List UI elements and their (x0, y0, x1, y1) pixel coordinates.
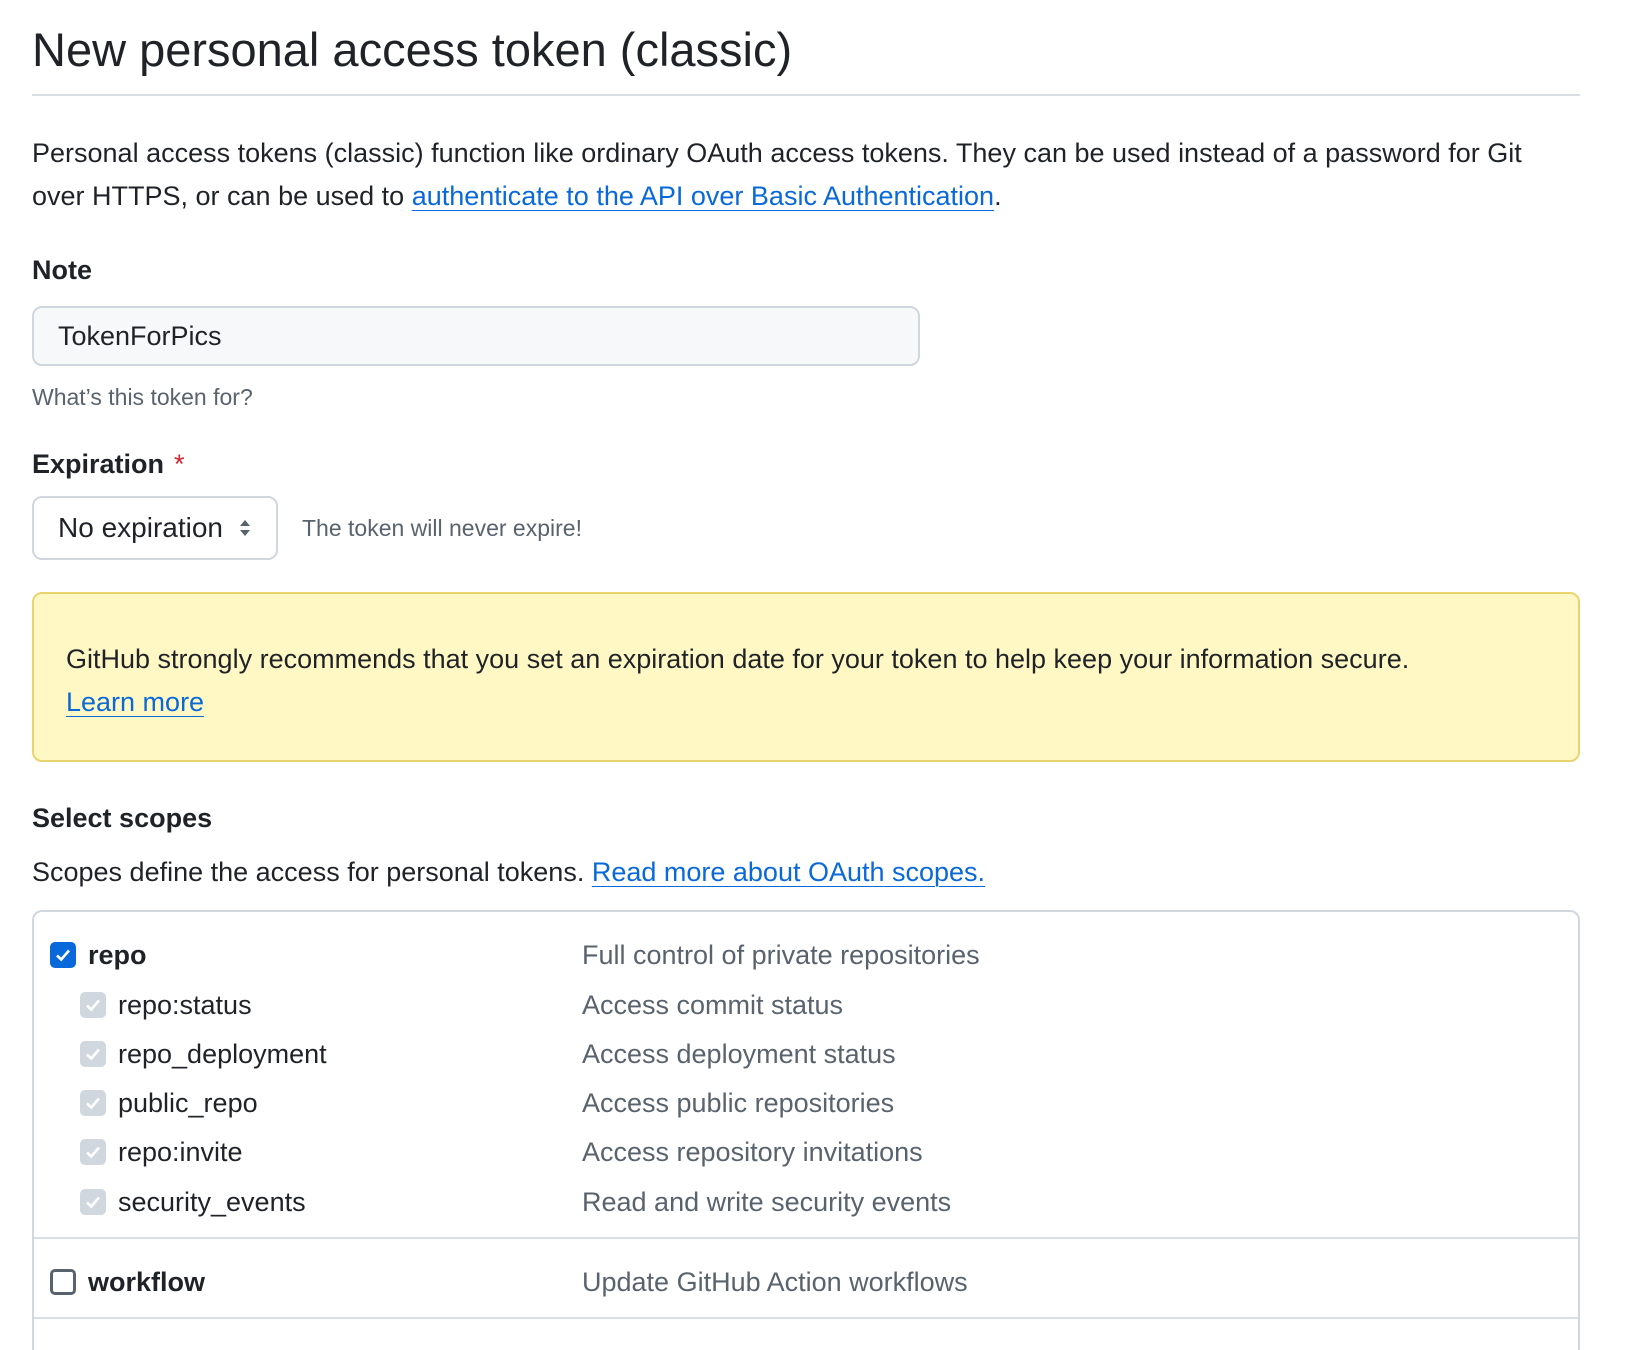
scope-name: workflow (88, 1266, 206, 1297)
scopes-desc-text: Scopes define the access for personal to… (32, 857, 592, 887)
scope-name: public_repo (118, 1087, 258, 1118)
scope-name: repo:invite (118, 1136, 243, 1167)
required-marker: * (174, 449, 185, 479)
check-icon (86, 1048, 100, 1061)
scope-name: repo_deployment (118, 1038, 327, 1069)
security-events-checkbox[interactable] (80, 1189, 106, 1215)
note-input[interactable]: TokenForPics (32, 306, 920, 366)
public-repo-checkbox[interactable] (80, 1090, 106, 1116)
select-arrows-icon (237, 516, 253, 540)
scope-row-workflow: workflow Update GitHub Action workflows (34, 1257, 1578, 1307)
repo-deployment-checkbox[interactable] (80, 1041, 106, 1067)
note-label: Note (32, 255, 92, 285)
check-icon (86, 999, 100, 1012)
scope-desc: Access repository invitations (582, 1136, 923, 1167)
scopes-description: Scopes define the access for personal to… (32, 854, 1580, 890)
expiration-note: The token will never expire! (302, 514, 582, 541)
scope-desc: Access deployment status (582, 1038, 896, 1069)
scope-name: repo:status (118, 989, 252, 1020)
check-icon (86, 1196, 100, 1209)
note-hint: What’s this token for? (32, 384, 253, 410)
scope-row-public-repo: public_repo Access public repositories (34, 1078, 1578, 1128)
repo-invite-checkbox[interactable] (80, 1139, 106, 1165)
workflow-checkbox[interactable] (50, 1269, 76, 1295)
scope-divider (34, 1317, 1578, 1319)
scope-desc: Update GitHub Action workflows (582, 1266, 968, 1297)
scope-row-repo-invite: repo:invite Access repository invitation… (34, 1127, 1578, 1177)
intro-end: . (994, 181, 1002, 211)
repo-status-checkbox[interactable] (80, 992, 106, 1018)
expiration-label-text: Expiration (32, 449, 165, 479)
check-icon (86, 1097, 100, 1110)
expiration-select[interactable]: No expiration (32, 496, 278, 560)
basic-auth-link[interactable]: authenticate to the API over Basic Authe… (412, 181, 994, 211)
scope-row-security-events: security_events Read and write security … (34, 1177, 1578, 1227)
learn-more-link[interactable]: Learn more (66, 687, 204, 717)
expiration-selected-value: No expiration (58, 512, 223, 543)
page: New personal access token (classic) Pers… (32, 0, 1580, 1350)
page-title: New personal access token (classic) (32, 0, 1580, 96)
intro-paragraph: Personal access tokens (classic) functio… (32, 132, 1580, 218)
scope-row-repo-deployment: repo_deployment Access deployment status (34, 1029, 1578, 1079)
scope-name: security_events (118, 1186, 306, 1217)
scope-divider (34, 1237, 1578, 1239)
expiration-label: Expiration * (32, 446, 1580, 482)
scope-desc: Access commit status (582, 989, 844, 1020)
oauth-scopes-link[interactable]: Read more about OAuth scopes. (592, 857, 985, 887)
select-scopes-heading: Select scopes (32, 803, 213, 833)
scope-row-repo: repo Full control of private repositorie… (34, 930, 1578, 980)
scope-desc: Access public repositories (582, 1087, 895, 1118)
scope-row-repo-status: repo:status Access commit status (34, 980, 1578, 1030)
check-icon (56, 949, 70, 962)
check-icon (86, 1146, 100, 1159)
scopes-table: repo Full control of private repositorie… (32, 910, 1580, 1350)
scope-desc: Read and write security events (582, 1186, 952, 1217)
repo-checkbox[interactable] (50, 942, 76, 968)
scope-name: repo (88, 939, 147, 970)
expiration-warning-banner: GitHub strongly recommends that you set … (32, 592, 1580, 762)
scope-desc: Full control of private repositories (582, 939, 980, 970)
warning-text: GitHub strongly recommends that you set … (66, 644, 1410, 674)
